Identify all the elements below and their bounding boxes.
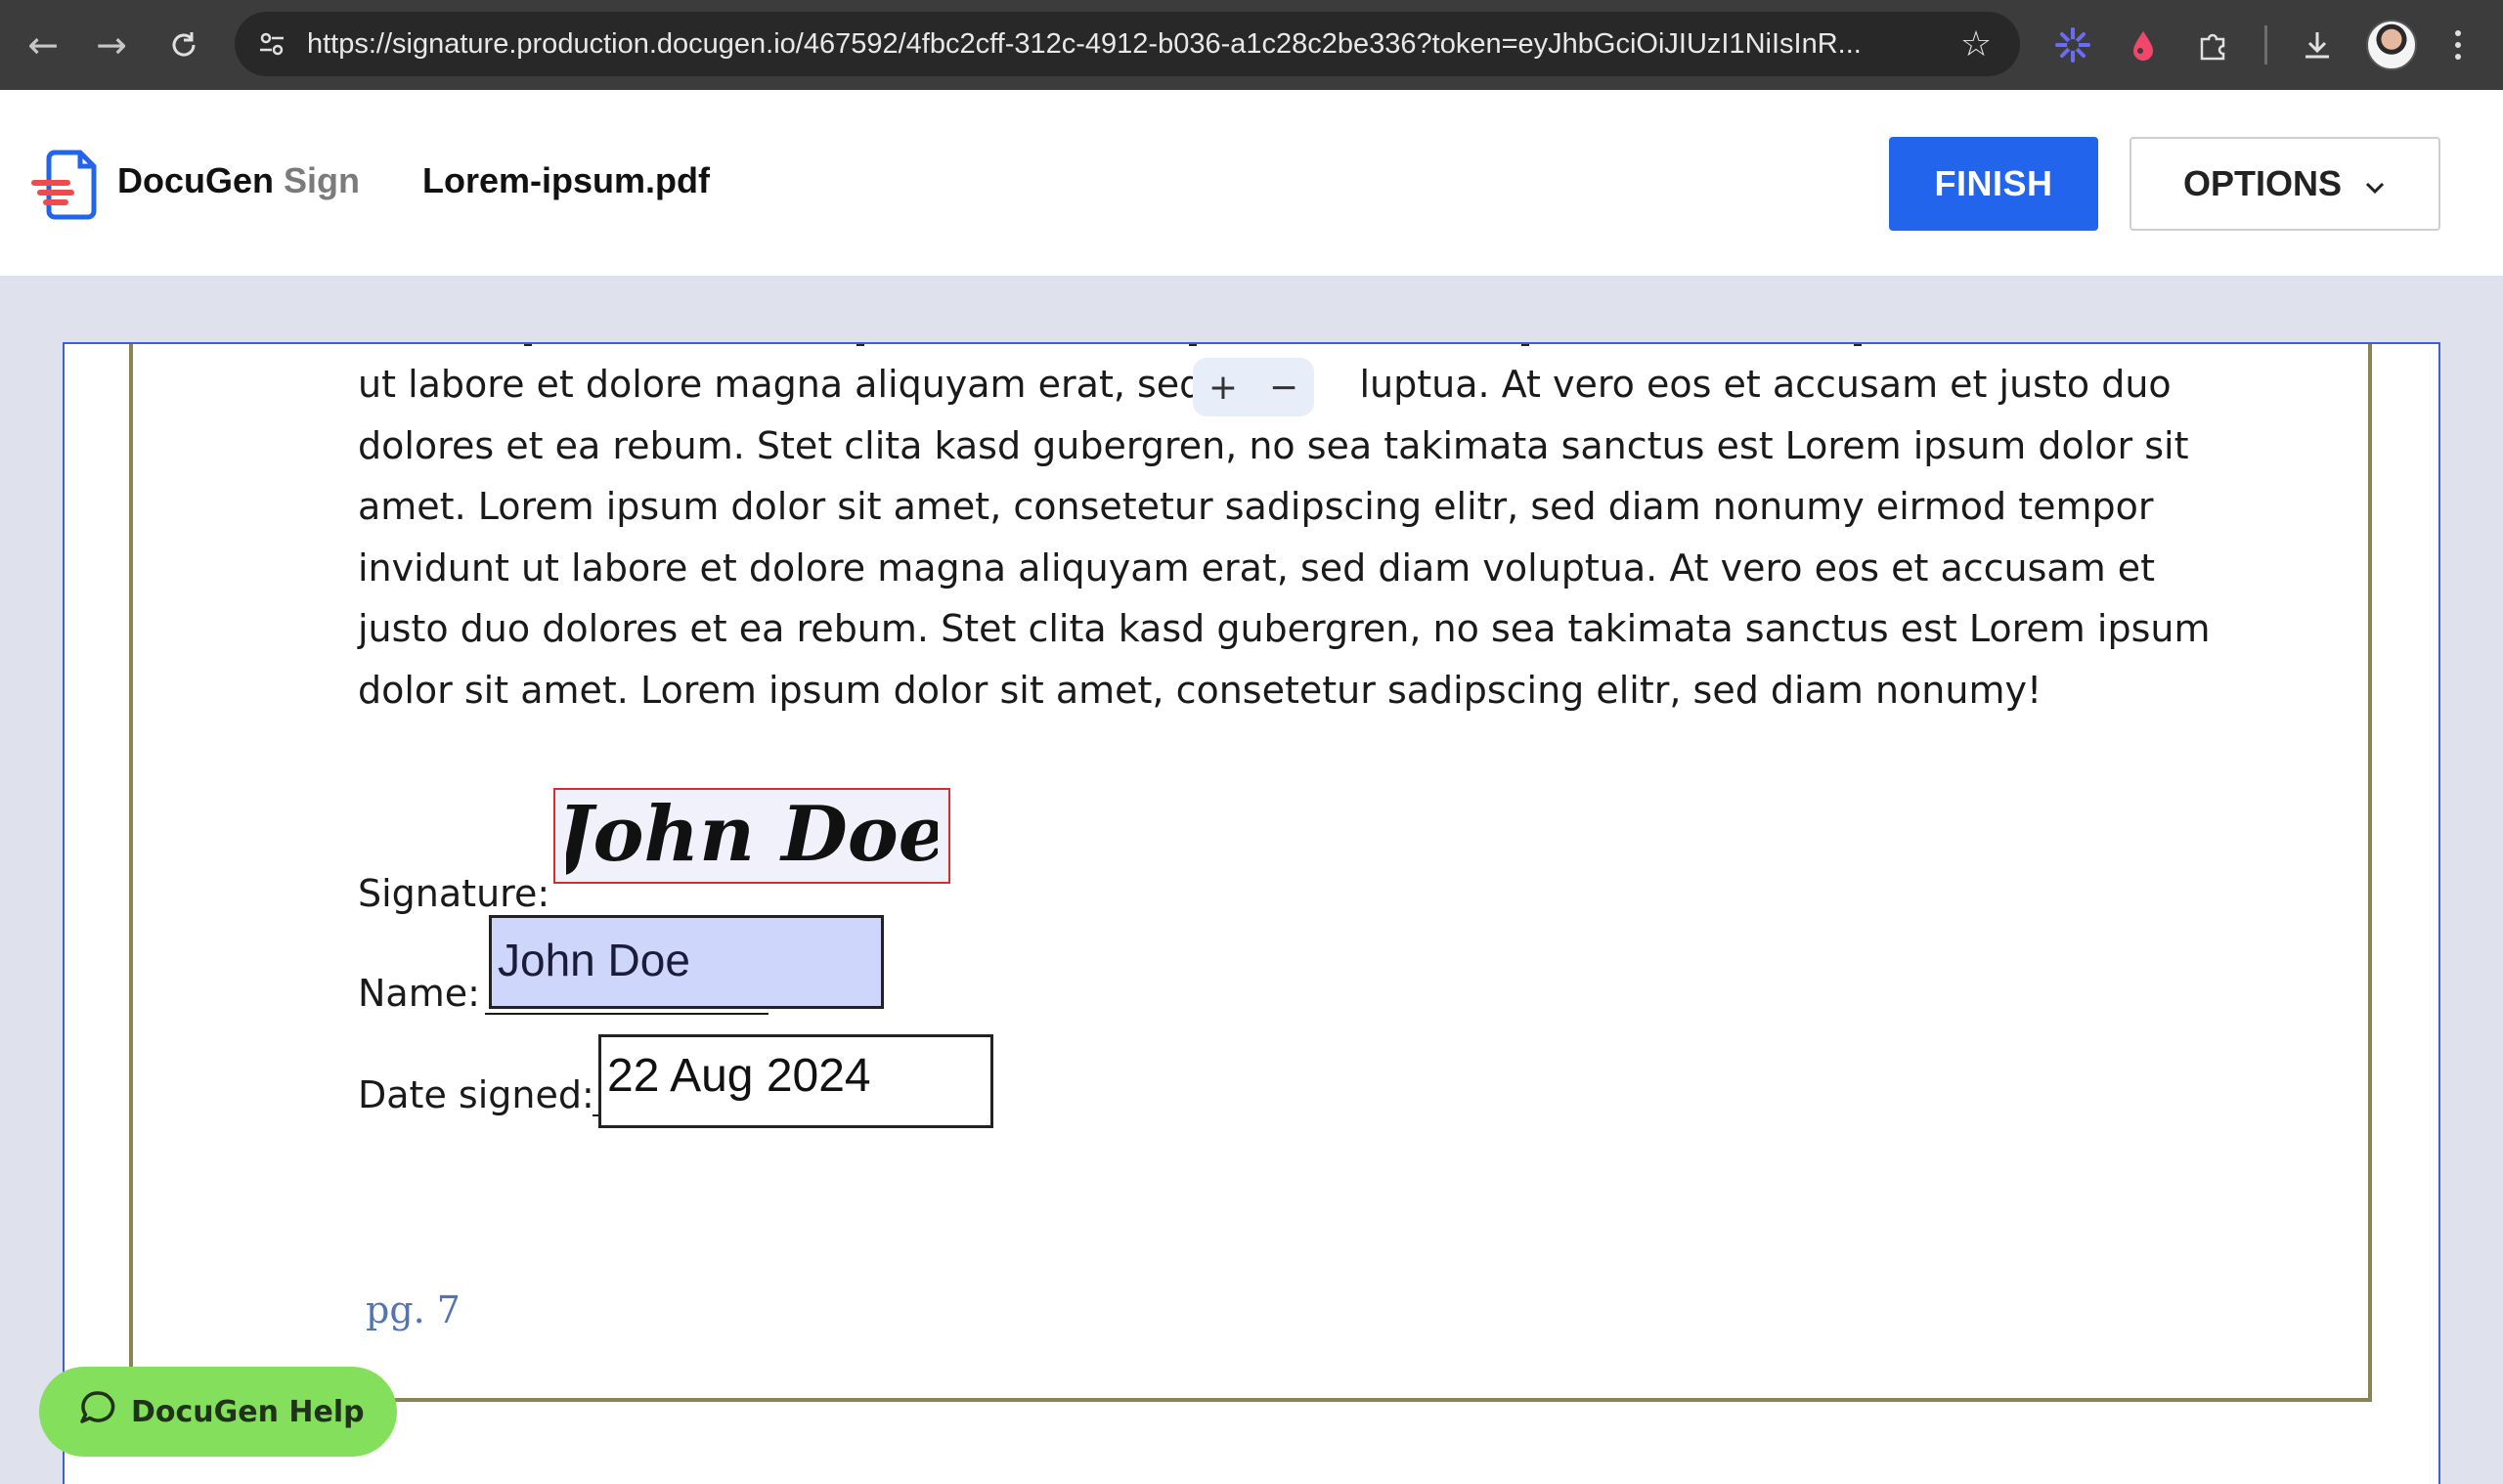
- download-icon[interactable]: [2292, 20, 2343, 70]
- paragraph-line: invidunt ut labore et dolore magna aliqu…: [358, 546, 2156, 589]
- document-viewport[interactable]: ut labore et dolore magna aliquyam erat,…: [63, 342, 2440, 1484]
- profile-avatar[interactable]: [2366, 20, 2417, 70]
- docugen-logo-icon: [27, 145, 106, 223]
- options-label: OPTIONS: [2182, 163, 2343, 203]
- date-signed-label: Date signed:: [358, 1073, 594, 1116]
- options-button[interactable]: OPTIONS: [2130, 137, 2440, 231]
- back-icon[interactable]: ←: [18, 20, 68, 70]
- zoom-out-button[interactable]: −: [1269, 368, 1298, 408]
- date-signed-field[interactable]: 22 Aug 2024: [598, 1034, 993, 1128]
- signature-label: Signature:: [358, 872, 550, 915]
- zoom-controls: + −: [1193, 358, 1314, 416]
- paragraph-line: dolores et ea rebum. Stet clita kasd gub…: [358, 423, 2189, 467]
- finish-button[interactable]: FINISH: [1889, 137, 2098, 231]
- chat-bubble-icon: [78, 1388, 117, 1435]
- signature-field[interactable]: John Doe: [553, 788, 950, 884]
- name-underline: [485, 1013, 768, 1015]
- chevron-down-icon: [2363, 163, 2387, 204]
- bookmark-star-icon[interactable]: ☆: [1954, 22, 1998, 66]
- browser-toolbar: ← → https://signature.production.docugen…: [0, 0, 2503, 90]
- url-text[interactable]: https://signature.production.docugen.io/…: [307, 12, 1910, 76]
- cut-off-text-line: [524, 344, 2088, 348]
- help-button[interactable]: DocuGen Help: [39, 1367, 397, 1457]
- name-label: Name:: [358, 972, 480, 1015]
- extensions-puzzle-icon[interactable]: [2188, 20, 2239, 70]
- paragraph-line: dolor sit amet. Lorem ipsum dolor sit am…: [358, 668, 2042, 712]
- browser-menu-icon[interactable]: [2433, 20, 2483, 70]
- paragraph-line: amet. Lorem ipsum dolor sit amet, conset…: [358, 485, 2154, 528]
- document-filename: Lorem-ipsum.pdf: [422, 160, 710, 200]
- reload-icon[interactable]: [158, 20, 209, 70]
- extension-droplet-icon[interactable]: [2118, 20, 2169, 70]
- toolbar-divider: [2264, 25, 2267, 65]
- zoom-in-button[interactable]: +: [1208, 368, 1238, 408]
- page-number: pg. 7: [366, 1288, 461, 1331]
- site-settings-icon[interactable]: [252, 24, 291, 64]
- address-bar[interactable]: https://signature.production.docugen.io/…: [235, 12, 2020, 76]
- extension-sparkle-icon[interactable]: [2047, 20, 2098, 70]
- forward-icon[interactable]: →: [86, 20, 137, 70]
- app-header: DocuGen Sign Lorem-ipsum.pdf FINISH OPTI…: [0, 90, 2503, 276]
- name-field[interactable]: John Doe: [489, 915, 884, 1009]
- paragraph-line: justo duo dolores et ea rebum. Stet clit…: [358, 607, 2211, 650]
- brand-name: DocuGen Sign: [117, 160, 361, 200]
- signature-handwriting: John Doe: [566, 792, 938, 879]
- help-label: DocuGen Help: [131, 1394, 365, 1429]
